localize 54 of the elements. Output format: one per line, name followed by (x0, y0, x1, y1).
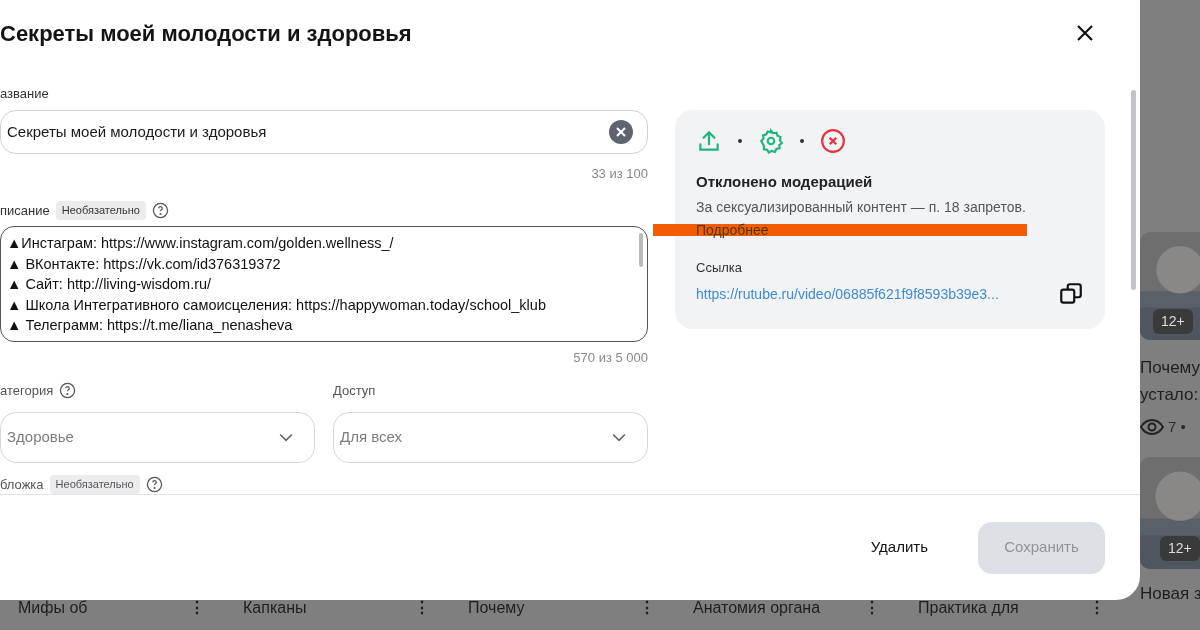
help-icon[interactable] (59, 382, 77, 399)
field-label: писание (0, 201, 50, 220)
status-reason: За сексуализированный контент — п. 18 запретов. (696, 197, 1027, 217)
view-count: 7 • (1168, 417, 1186, 437)
description-textarea[interactable] (0, 226, 648, 342)
scrollbar[interactable] (639, 233, 643, 267)
age-badge: 12+ (1153, 309, 1193, 334)
title-input[interactable]: Секреты моей молодости и здоровья (0, 110, 648, 154)
help-icon[interactable] (151, 201, 169, 219)
video-title[interactable]: Почему (1140, 354, 1200, 381)
link-label: Ссылка (696, 258, 744, 277)
select-value: Здоровье (7, 426, 74, 447)
char-counter: 33 из 100 (591, 165, 648, 183)
video-title[interactable]: Почему (468, 596, 525, 620)
help-icon[interactable] (145, 475, 163, 493)
field-label: Доступ (333, 381, 376, 400)
copy-icon[interactable] (1058, 281, 1084, 307)
video-title[interactable]: Практика для (918, 596, 1019, 620)
more-link[interactable]: Подробнее (696, 219, 769, 241)
video-title[interactable]: устало: (1140, 381, 1200, 408)
optional-badge: Необязательно (49, 475, 140, 494)
optional-badge: Необязательно (55, 201, 146, 220)
char-counter: 570 из 5 000 (573, 349, 648, 367)
close-icon (1075, 23, 1095, 43)
clear-icon[interactable] (609, 120, 633, 144)
description-line: ▲ Школа Интегративного самоисцеления: https://happywoman.today/school_klub (7, 295, 546, 315)
age-badge: 12+ (1160, 535, 1200, 561)
field-label: азвание (0, 85, 50, 101)
field-label: атегория (0, 381, 54, 400)
video-title[interactable]: Анатомия органа (693, 596, 821, 620)
video-title[interactable]: Мифы об (18, 596, 88, 620)
select-field[interactable]: Для всех (333, 411, 648, 463)
description-line: ▲Инстаграм: https://www.instagram.com/golden.wellness_/ (7, 234, 394, 253)
dialog-title: Секреты моей молодости и здоровья (0, 19, 412, 48)
status-title: Отклонено модерацией (696, 172, 874, 192)
select-value: Для всех (340, 426, 402, 447)
description-line: ▲ Сайт: http://living-wisdom.ru/ (7, 275, 212, 294)
more-icon[interactable]: ⋮ (864, 596, 880, 620)
select-field[interactable]: Здоровье (0, 411, 315, 463)
input-value: Секреты моей молодости и здоровья (7, 121, 267, 142)
description-line: ▲ ВКонтакте: https://vk.com/id376319372 (7, 254, 281, 274)
more-icon[interactable]: ⋮ (189, 596, 205, 620)
video-thumbnail[interactable]: 12+ (1140, 232, 1200, 340)
field-label: бложка (0, 475, 44, 494)
scrollbar[interactable] (1131, 90, 1136, 290)
video-thumbnail[interactable]: 12+ (1140, 456, 1200, 569)
more-icon[interactable]: ⋮ (1089, 596, 1105, 620)
eye-icon (1140, 417, 1164, 438)
delete-button[interactable]: Удалить (870, 536, 928, 559)
video-title[interactable]: Капканы (243, 596, 307, 620)
more-icon[interactable]: ⋮ (639, 596, 655, 620)
video-link[interactable]: https://rutube.ru/video/06885f621f9f8593b39e3... (696, 283, 999, 305)
description-line: ▲ Телеграмм: https://t.me/liana_nenasheva (7, 316, 293, 335)
more-icon[interactable]: ⋮ (414, 596, 430, 620)
